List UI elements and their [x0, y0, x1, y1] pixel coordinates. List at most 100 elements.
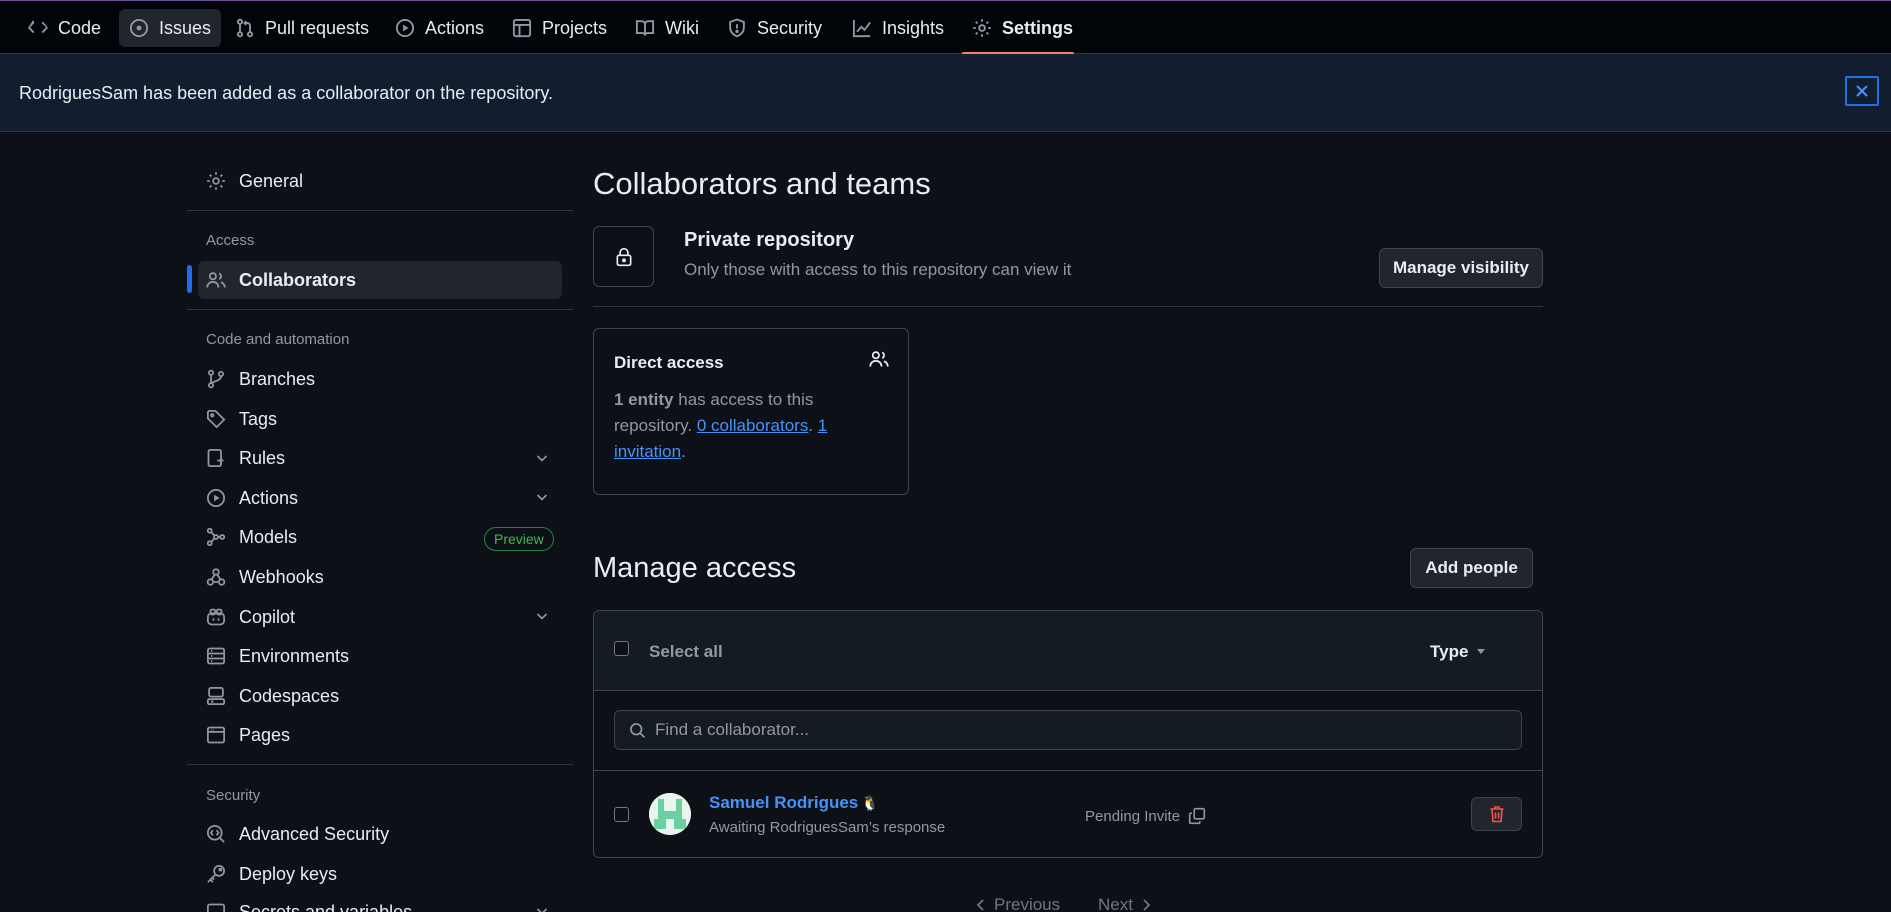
visibility-description: Only those with access to this repositor…: [684, 260, 1072, 279]
select-all-checkbox[interactable]: [614, 641, 629, 656]
sidebar-item-pages[interactable]: Pages: [198, 716, 562, 754]
tab-security[interactable]: Security: [717, 9, 832, 47]
chevron-down-icon[interactable]: [534, 450, 550, 466]
sidebar-item-label: Actions: [239, 487, 299, 508]
sidebar-item-branches[interactable]: Branches: [198, 360, 562, 398]
collaborators-table: Select all Type Samuel Rodrigues 🐧 Await…: [593, 610, 1543, 858]
manage-visibility-button[interactable]: Manage visibility: [1379, 248, 1543, 288]
direct-access-sep: .: [808, 416, 818, 435]
pull-request-icon: [236, 18, 254, 38]
rules-icon: [207, 449, 224, 467]
people-icon: [206, 272, 226, 288]
pagination-previous[interactable]: Previous: [976, 895, 1060, 912]
tab-code[interactable]: Code: [18, 9, 111, 47]
tab-projects-label: Projects: [542, 17, 608, 38]
tab-security-label: Security: [757, 17, 823, 38]
remove-collaborator-button[interactable]: [1471, 797, 1522, 831]
close-icon: [1856, 85, 1868, 97]
collaborator-name[interactable]: Samuel Rodrigues: [709, 793, 858, 813]
sidebar-divider: [187, 764, 573, 765]
collaborators-link[interactable]: 0 collaborators: [697, 416, 809, 435]
sidebar-item-label: Deploy keys: [239, 863, 338, 884]
chevron-right-icon: [1143, 899, 1151, 911]
tab-insights[interactable]: Insights: [842, 9, 954, 47]
avatar[interactable]: [649, 793, 691, 835]
models-icon: [206, 527, 226, 547]
copy-icon[interactable]: [1188, 807, 1206, 825]
sidebar-item-label: Copilot: [239, 606, 296, 627]
tag-icon: [207, 410, 226, 429]
webhook-icon: [206, 568, 226, 586]
sidebar-item-general[interactable]: General: [198, 162, 562, 200]
sidebar-item-rules[interactable]: Rules: [198, 439, 562, 477]
sidebar-divider: [187, 309, 573, 310]
sidebar-item-copilot[interactable]: Copilot: [198, 598, 562, 636]
table-icon: [512, 18, 532, 38]
type-filter-dropdown[interactable]: Type: [1430, 642, 1486, 662]
flash-message: RodriguesSam has been added as a collabo…: [19, 83, 553, 103]
chevron-down-icon[interactable]: [534, 608, 550, 624]
manage-access-title: Manage access: [593, 552, 797, 584]
sidebar-selected-indicator: [187, 265, 192, 293]
tab-pull-requests[interactable]: Pull requests: [225, 9, 379, 47]
pending-invite-status: Pending Invite: [1085, 807, 1206, 825]
pagination-next-label: Next: [1098, 895, 1133, 912]
search-input[interactable]: [655, 711, 1515, 749]
sidebar-item-advanced-security[interactable]: Advanced Security: [198, 815, 562, 853]
sidebar-item-actions[interactable]: Actions: [198, 479, 562, 517]
sidebar-item-tags[interactable]: Tags: [198, 400, 562, 438]
sidebar-item-environments[interactable]: Environments: [198, 637, 562, 675]
pending-invite-label: Pending Invite: [1085, 807, 1181, 825]
select-all-label: Select all: [649, 642, 723, 661]
sidebar-item-label: Pages: [239, 724, 291, 745]
chevron-down-icon[interactable]: [534, 489, 550, 505]
sidebar-item-codespaces[interactable]: Codespaces: [198, 677, 562, 715]
sidebar-item-webhooks[interactable]: Webhooks: [198, 558, 562, 596]
tab-wiki[interactable]: Wiki: [625, 9, 709, 47]
sidebar-item-label: Secrets and variables: [239, 901, 413, 912]
sidebar-item-secrets[interactable]: Secrets and variables: [198, 893, 562, 912]
collaborator-search[interactable]: [614, 710, 1522, 750]
tab-insights-label: Insights: [882, 17, 945, 38]
trash-icon: [1490, 806, 1503, 823]
sidebar-item-label: Webhooks: [239, 566, 324, 587]
gear-icon: [207, 172, 225, 190]
tab-settings[interactable]: Settings: [962, 9, 1083, 47]
flash-banner: RodriguesSam has been added as a collabo…: [0, 54, 1891, 132]
issue-icon: [129, 18, 149, 38]
key-icon: [207, 865, 225, 883]
identicon: [649, 793, 691, 835]
tab-code-label: Code: [58, 17, 102, 38]
pagination-previous-label: Previous: [994, 895, 1061, 912]
tab-projects[interactable]: Projects: [502, 9, 617, 47]
tab-pull-requests-label: Pull requests: [265, 17, 370, 38]
asterisk-icon: [207, 903, 225, 912]
play-icon: [207, 489, 225, 507]
code-icon: [28, 20, 48, 33]
browser-icon: [207, 726, 225, 744]
tab-issues[interactable]: Issues: [119, 9, 222, 47]
entity-count: 1 entity: [614, 390, 674, 409]
sidebar-divider: [187, 210, 573, 211]
branch-icon: [207, 369, 225, 389]
visibility-icon-box: [593, 226, 654, 287]
pagination-next[interactable]: Next: [1098, 895, 1151, 912]
flash-close-button[interactable]: [1845, 76, 1879, 106]
sidebar-section-access: Access: [206, 232, 255, 249]
shield-icon: [729, 18, 745, 38]
sidebar-item-deploy-keys[interactable]: Deploy keys: [198, 855, 562, 893]
sidebar-item-label: Collaborators: [239, 269, 357, 290]
tab-actions[interactable]: Actions: [385, 9, 494, 47]
add-people-button[interactable]: Add people: [1410, 548, 1533, 588]
search-icon: [630, 723, 646, 739]
triangle-down-icon: [1477, 649, 1486, 654]
sidebar-item-label: Advanced Security: [239, 823, 390, 844]
people-icon: [869, 351, 889, 367]
tab-actions-label: Actions: [425, 17, 485, 38]
sidebar-item-label: Environments: [239, 645, 350, 666]
lock-icon: [616, 247, 631, 266]
chevron-down-icon[interactable]: [534, 903, 550, 912]
codespaces-icon: [207, 687, 225, 705]
sidebar-item-collaborators[interactable]: Collaborators: [198, 261, 562, 299]
row-checkbox[interactable]: [614, 807, 629, 822]
